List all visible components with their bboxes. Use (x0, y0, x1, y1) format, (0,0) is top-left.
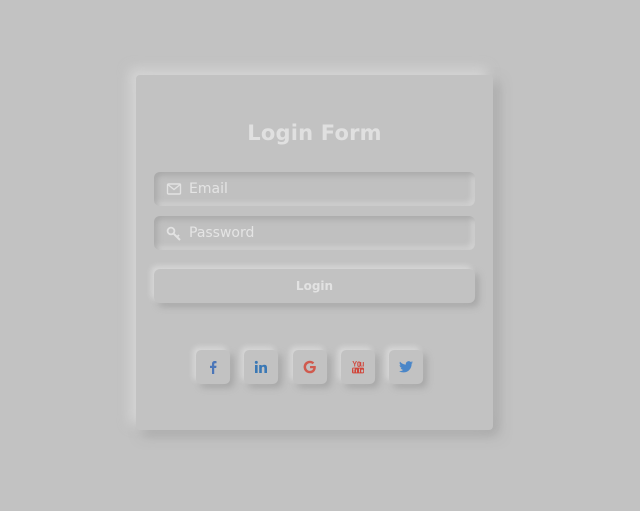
login-button[interactable]: Login (154, 269, 475, 303)
twitter-icon (399, 361, 413, 373)
envelope-icon (166, 181, 182, 197)
youtube-button[interactable] (341, 350, 375, 384)
form-title: Login Form (247, 121, 382, 145)
twitter-button[interactable] (389, 350, 423, 384)
facebook-button[interactable] (196, 350, 230, 384)
linkedin-icon (254, 360, 268, 374)
password-field-container[interactable] (154, 216, 475, 250)
youtube-icon (351, 360, 365, 374)
google-button[interactable] (293, 350, 327, 384)
password-input[interactable] (189, 216, 459, 250)
facebook-icon (207, 360, 219, 374)
linkedin-button[interactable] (244, 350, 278, 384)
login-card: Login Form Login (136, 75, 493, 430)
email-field-container[interactable] (154, 172, 475, 206)
key-icon (166, 225, 182, 241)
google-icon (303, 360, 317, 374)
email-input[interactable] (189, 172, 459, 206)
